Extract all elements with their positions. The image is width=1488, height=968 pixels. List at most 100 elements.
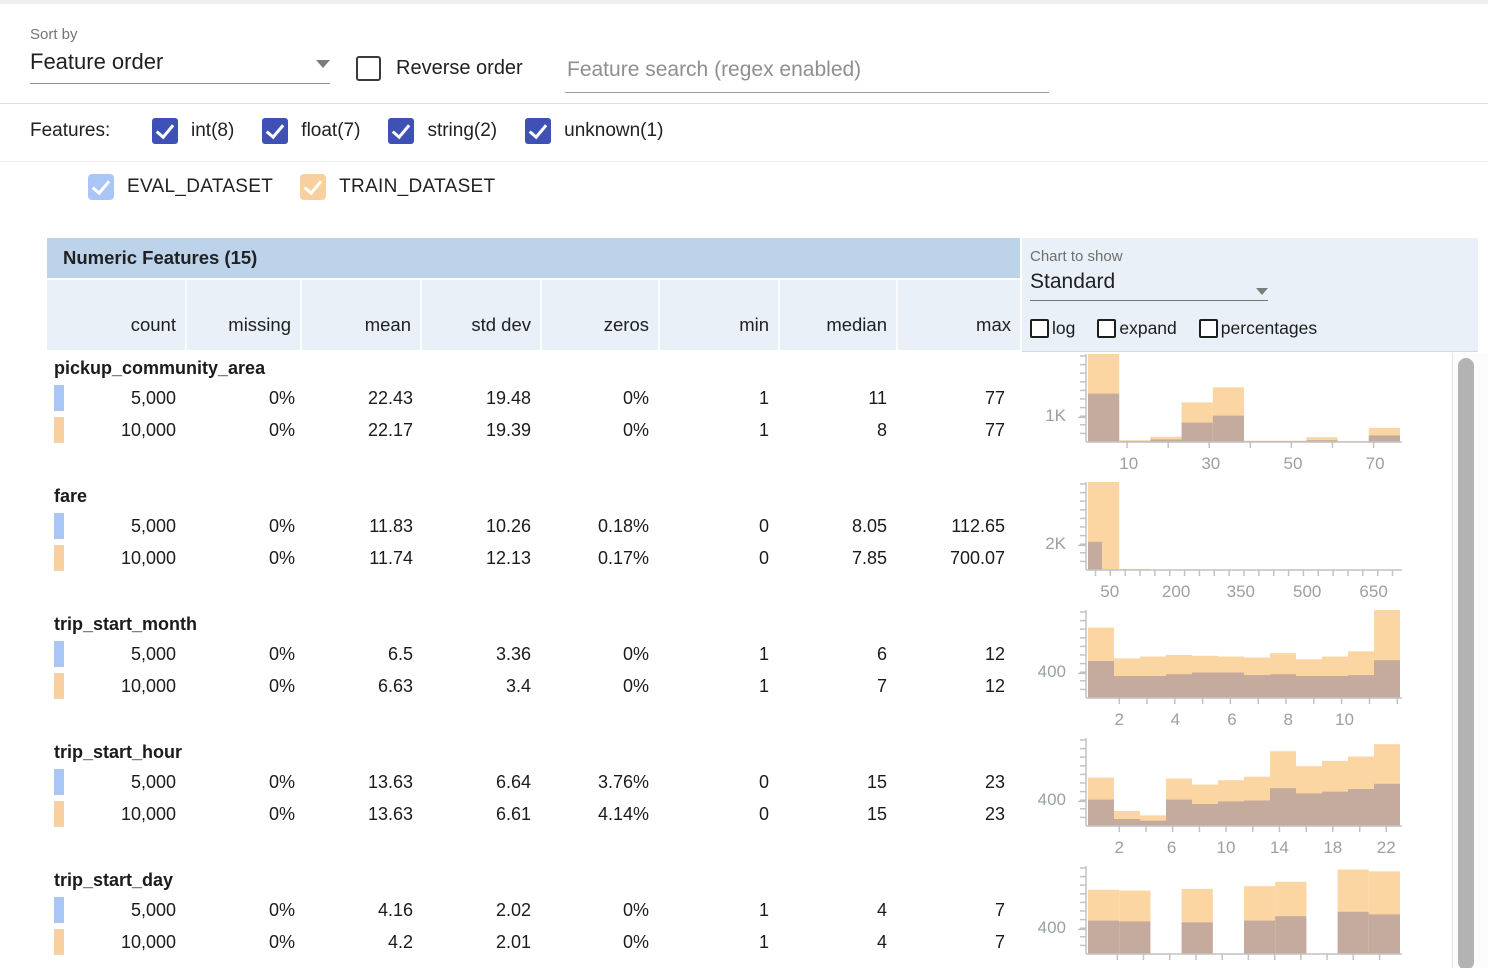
stat-mean: 6.5 <box>295 644 413 665</box>
scrollbar-track[interactable] <box>1452 353 1488 968</box>
dataset-train-checkbox[interactable] <box>300 174 326 200</box>
filter-unknown-checkbox[interactable] <box>525 118 551 144</box>
svg-text:50: 50 <box>1284 454 1303 472</box>
column-header-missing: missing <box>185 280 300 350</box>
feature-search-input[interactable] <box>565 52 1049 93</box>
stat-min: 0 <box>649 516 769 537</box>
stat-zeros: 0% <box>531 388 649 409</box>
chart-y-label: 400 <box>1022 790 1080 810</box>
stat-median: 8.05 <box>769 516 887 537</box>
filter-unknown-label: unknown(1) <box>564 120 663 142</box>
stat-mean: 22.17 <box>295 420 413 441</box>
reverse-order-label: Reverse order <box>396 57 523 80</box>
column-header-zeros: zeros <box>540 280 658 350</box>
filter-float[interactable]: float(7) <box>262 118 360 144</box>
feature-name: trip_start_day <box>54 866 173 894</box>
dataset-toggle-train[interactable]: TRAIN_DATASET <box>300 174 495 200</box>
chart-y-label: 2K <box>1022 534 1080 554</box>
stat-std-dev: 3.36 <box>413 644 531 665</box>
svg-text:70: 70 <box>1366 454 1385 472</box>
chart-option-percentages[interactable]: percentages <box>1199 318 1317 339</box>
scrollbar-thumb[interactable] <box>1458 358 1474 968</box>
chart-controls-panel: Chart to show Standard logexpandpercenta… <box>1022 238 1478 352</box>
stat-zeros: 0% <box>531 644 649 665</box>
column-header-count: count <box>47 280 185 350</box>
stat-count: 10,000 <box>47 804 176 825</box>
feature-name: trip_start_month <box>54 610 197 638</box>
svg-text:14: 14 <box>1270 838 1289 856</box>
chart-y-label: 400 <box>1022 918 1080 938</box>
column-header-mean: mean <box>300 280 420 350</box>
chart-y-label: 400 <box>1022 662 1080 682</box>
reverse-order-control: Reverse order <box>356 56 523 81</box>
stat-median: 15 <box>769 772 887 793</box>
stat-std-dev: 6.61 <box>413 804 531 825</box>
stat-missing: 0% <box>176 516 295 537</box>
sort-by-field: Sort by Feature order <box>30 26 330 84</box>
feature-stats-row-train: 10,0000%13.636.614.14%01523 <box>47 798 1020 830</box>
numeric-features-panel: Numeric Features (15) countmissingmeanst… <box>47 238 1020 350</box>
svg-text:2: 2 <box>1114 838 1123 856</box>
stat-count: 5,000 <box>47 388 176 409</box>
feature-block-trip_start_day: trip_start_day5,0000%4.162.020%14710,000… <box>47 864 1020 968</box>
filter-unknown[interactable]: unknown(1) <box>525 118 663 144</box>
stat-zeros: 0% <box>531 900 649 921</box>
stat-mean: 4.2 <box>295 932 413 953</box>
feature-name: trip_start_hour <box>54 738 182 766</box>
chart-option-log-checkbox[interactable] <box>1030 319 1049 338</box>
stat-max: 7 <box>887 900 1005 921</box>
chart-option-expand-label: expand <box>1119 318 1176 339</box>
stat-max: 23 <box>887 804 1005 825</box>
filter-string-checkbox[interactable] <box>388 118 414 144</box>
column-header-median: median <box>778 280 896 350</box>
chart-y-label: 1K <box>1022 406 1080 426</box>
filter-int[interactable]: int(8) <box>152 118 234 144</box>
svg-text:50: 50 <box>1100 582 1119 600</box>
chart-option-log[interactable]: log <box>1030 318 1075 339</box>
feature-list: pickup_community_area5,0000%22.4319.480%… <box>47 352 1020 968</box>
svg-text:4: 4 <box>1171 710 1180 728</box>
filter-int-checkbox[interactable] <box>152 118 178 144</box>
stat-count: 5,000 <box>47 900 176 921</box>
stat-max: 12 <box>887 644 1005 665</box>
stat-missing: 0% <box>176 420 295 441</box>
dataset-toggle-eval[interactable]: EVAL_DATASET <box>88 174 273 200</box>
stat-std-dev: 6.64 <box>413 772 531 793</box>
divider <box>0 161 1488 162</box>
chart-option-expand[interactable]: expand <box>1097 318 1176 339</box>
filter-float-checkbox[interactable] <box>262 118 288 144</box>
filter-string[interactable]: string(2) <box>388 118 497 144</box>
chart-type-value: Standard <box>1030 270 1115 300</box>
stat-min: 1 <box>649 644 769 665</box>
dataset-eval-checkbox[interactable] <box>88 174 114 200</box>
feature-stats-row-eval: 5,0000%22.4319.480%11177 <box>47 382 1020 414</box>
stat-zeros: 0.18% <box>531 516 649 537</box>
stat-missing: 0% <box>176 388 295 409</box>
stat-missing: 0% <box>176 548 295 569</box>
stat-max: 12 <box>887 676 1005 697</box>
chart-type-select[interactable]: Standard <box>1030 270 1268 301</box>
stat-count: 5,000 <box>47 772 176 793</box>
feature-stats-row-train: 10,0000%22.1719.390%1877 <box>47 414 1020 446</box>
svg-text:8: 8 <box>1283 710 1292 728</box>
stat-zeros: 0% <box>531 676 649 697</box>
stat-median: 7 <box>769 676 887 697</box>
train-swatch <box>54 417 64 443</box>
chart-option-expand-checkbox[interactable] <box>1097 319 1116 338</box>
feature-stats-row-eval: 5,0000%13.636.643.76%01523 <box>47 766 1020 798</box>
feature-block-fare: fare5,0000%11.8310.260.18%08.05112.6510,… <box>47 480 1020 608</box>
stat-mean: 13.63 <box>295 804 413 825</box>
features-label: Features: <box>30 120 110 142</box>
stat-max: 23 <box>887 772 1005 793</box>
stat-min: 0 <box>649 772 769 793</box>
reverse-order-checkbox[interactable] <box>356 56 381 81</box>
column-header-min: min <box>658 280 778 350</box>
svg-text:350: 350 <box>1227 582 1255 600</box>
stat-zeros: 0% <box>531 420 649 441</box>
sort-by-select[interactable]: Feature order <box>30 43 330 84</box>
stat-median: 7.85 <box>769 548 887 569</box>
train-swatch <box>54 673 64 699</box>
stat-std-dev: 12.13 <box>413 548 531 569</box>
chart-option-percentages-checkbox[interactable] <box>1199 319 1218 338</box>
eval-swatch <box>54 769 64 795</box>
